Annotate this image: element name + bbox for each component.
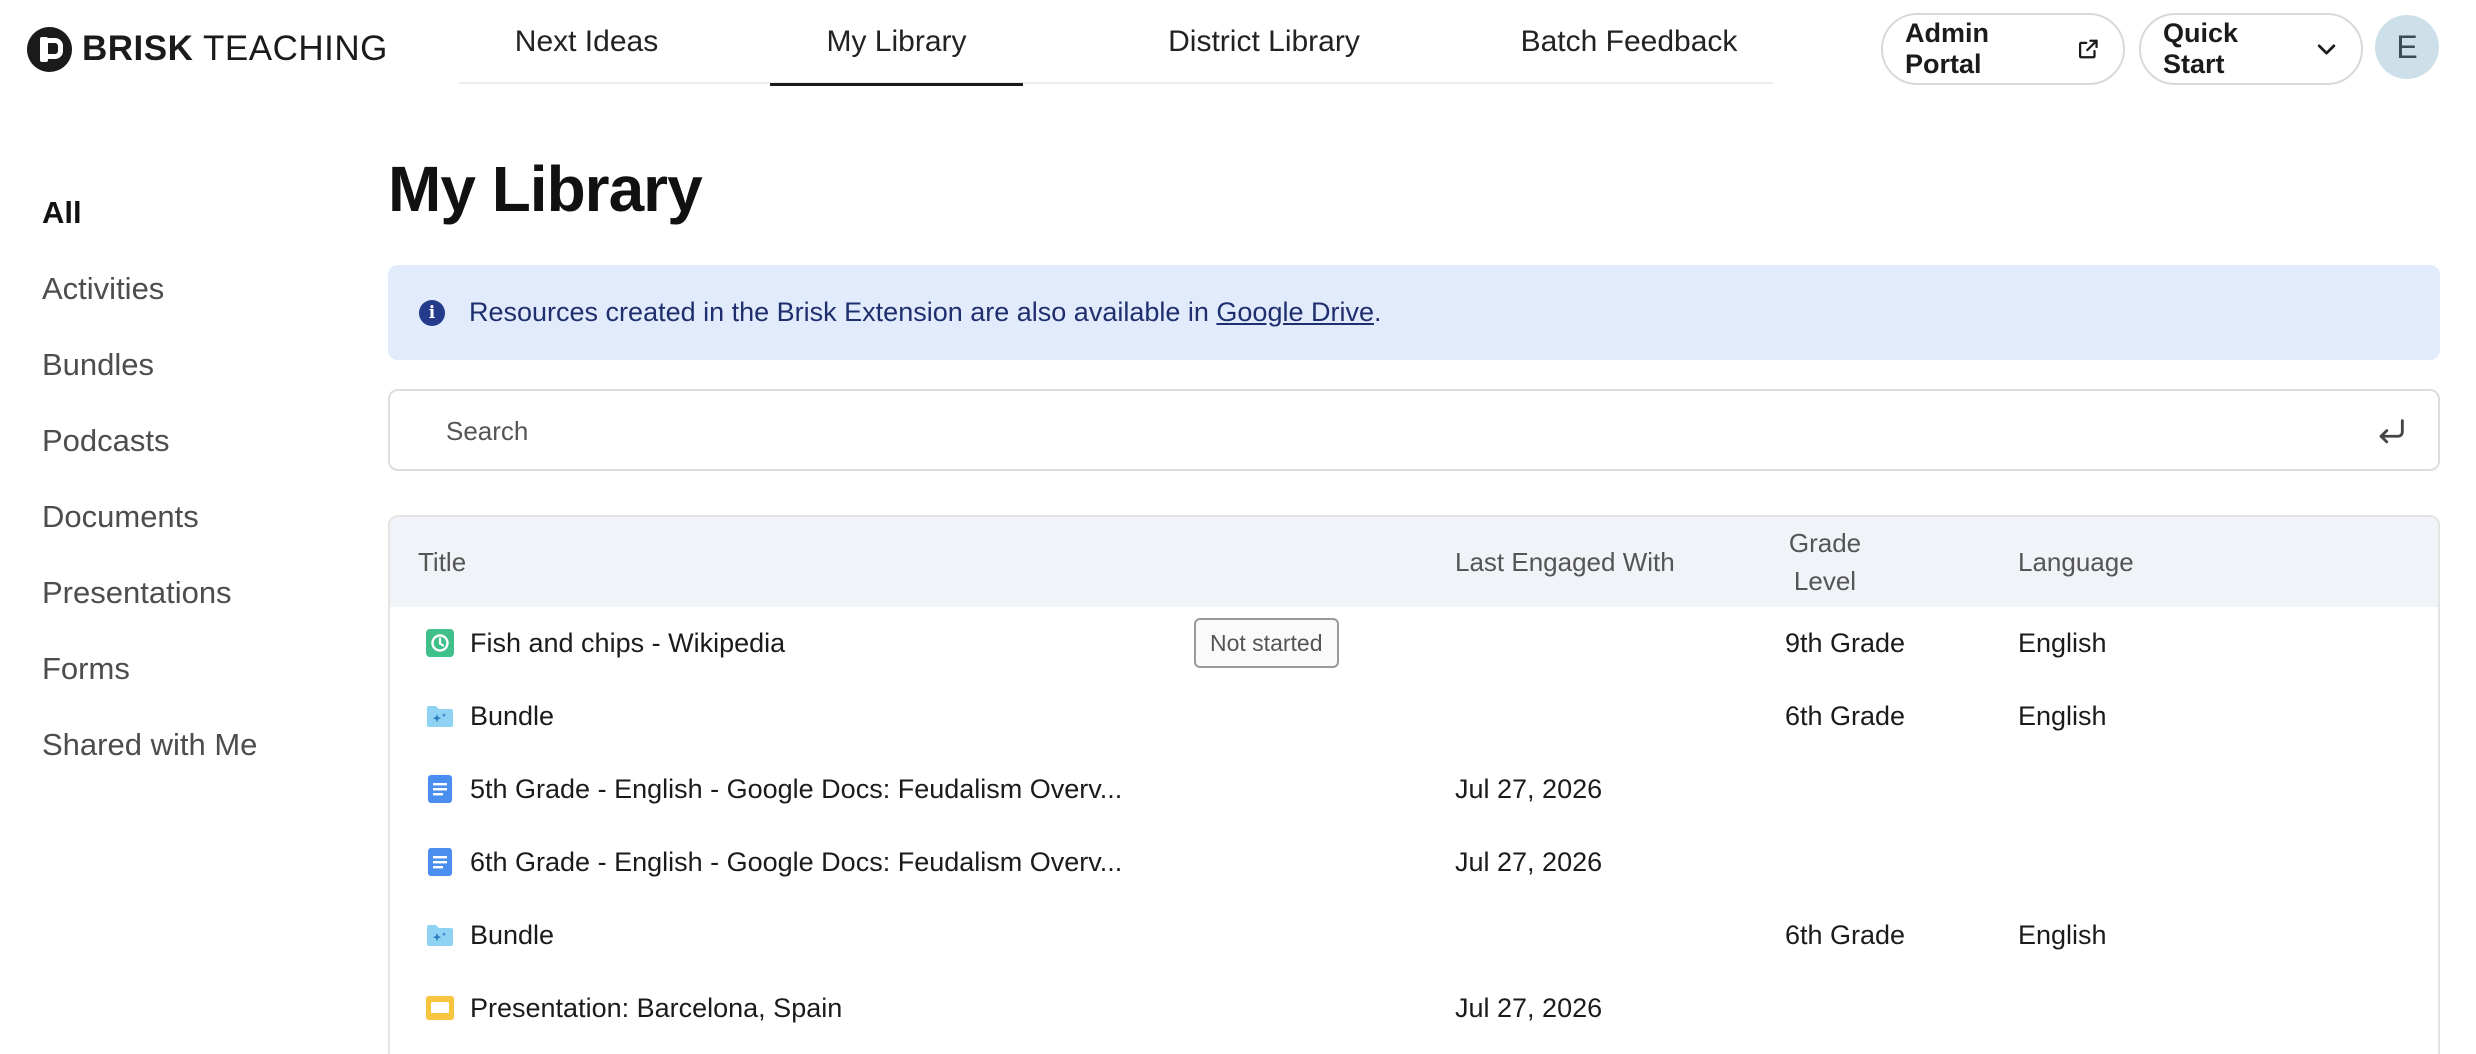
info-icon: i <box>419 299 445 326</box>
tab-district-library[interactable]: District Library <box>1099 0 1429 84</box>
main-nav: Next Ideas My Library District Library B… <box>459 0 1773 86</box>
sidebar-item-presentations[interactable]: Presentations <box>42 555 362 631</box>
user-avatar[interactable]: E <box>2375 15 2439 79</box>
row-title[interactable]: 6th Grade - English - Google Docs: Feuda… <box>470 826 1122 899</box>
sidebar-item-documents[interactable]: Documents <box>42 479 362 555</box>
search-box <box>388 389 2440 471</box>
google-slides-icon <box>426 996 454 1020</box>
sidebar-item-forms[interactable]: Forms <box>42 631 362 707</box>
admin-portal-label: Admin Portal <box>1905 18 1989 79</box>
column-language[interactable]: Language <box>2018 517 2134 607</box>
row-grade: 6th Grade <box>1785 920 1906 950</box>
quick-start-label: Quick Start <box>2163 18 2239 79</box>
row-grade: 9th Grade <box>1785 628 1906 658</box>
table-row[interactable]: 6th Grade - English - Google Docs: Feuda… <box>390 826 2438 899</box>
sidebar-item-all[interactable]: All <box>42 175 362 251</box>
row-title[interactable]: Presentation: Barcelona, Spain <box>470 972 842 1045</box>
row-language: English <box>2018 920 2107 950</box>
google-doc-icon <box>428 775 452 803</box>
info-banner: i Resources created in the Brisk Extensi… <box>388 265 2440 360</box>
row-title[interactable]: Bundle <box>470 899 554 972</box>
google-doc-icon <box>428 848 452 876</box>
table-row[interactable]: Bundle 6th Grade English <box>390 899 2438 972</box>
row-title[interactable]: Fish and chips - Wikipedia <box>470 607 785 680</box>
table-row[interactable]: 5th Grade - English - Google Docs: Feuda… <box>390 753 2438 826</box>
row-last-engaged: Jul 27, 2026 <box>1455 774 1603 804</box>
top-bar: BRISK TEACHING Next Ideas My Library Dis… <box>0 0 2476 96</box>
external-link-icon <box>2079 39 2099 59</box>
bundle-folder-icon <box>427 706 453 727</box>
page-title: My Library <box>388 153 703 225</box>
activity-icon <box>426 629 454 657</box>
table-row[interactable]: Fish and chips - Wikipedia Not started 9… <box>390 607 2438 680</box>
tab-my-library[interactable]: My Library <box>770 0 1023 86</box>
library-sidebar: All Activities Bundles Podcasts Document… <box>42 175 362 783</box>
table-header: Title Last Engaged With Grade Level Lang… <box>390 517 2438 607</box>
column-grade-level[interactable]: Grade Level <box>1780 517 1870 607</box>
status-badge: Not started <box>1194 618 1339 668</box>
search-input[interactable] <box>446 411 2346 451</box>
library-table: Title Last Engaged With Grade Level Lang… <box>388 515 2440 1054</box>
sidebar-item-activities[interactable]: Activities <box>42 251 362 327</box>
brisk-logo-icon <box>27 26 72 72</box>
table-row[interactable]: Presentation: Barcelona, Spain Jul 27, 2… <box>390 972 2438 1045</box>
sidebar-item-bundles[interactable]: Bundles <box>42 327 362 403</box>
row-grade: 6th Grade <box>1785 701 1906 731</box>
admin-portal-button[interactable]: Admin Portal <box>1881 13 2125 85</box>
table-row[interactable]: Bundle 6th Grade English <box>390 680 2438 753</box>
row-language: English <box>2018 628 2107 658</box>
tab-next-ideas[interactable]: Next Ideas <box>459 0 714 84</box>
row-title[interactable]: 5th Grade - English - Google Docs: Feuda… <box>470 753 1122 826</box>
google-drive-link[interactable]: Google Drive <box>1216 297 1374 327</box>
sidebar-item-podcasts[interactable]: Podcasts <box>42 403 362 479</box>
tab-batch-feedback[interactable]: Batch Feedback <box>1479 0 1779 84</box>
row-last-engaged: Jul 27, 2026 <box>1455 847 1603 877</box>
banner-text: Resources created in the Brisk Extension… <box>469 297 1382 327</box>
row-language: English <box>2018 701 2107 731</box>
enter-icon[interactable] <box>2374 415 2408 449</box>
sidebar-item-shared-with-me[interactable]: Shared with Me <box>42 707 362 783</box>
quick-start-button[interactable]: Quick Start <box>2139 13 2363 85</box>
row-title[interactable]: Bundle <box>470 680 554 753</box>
bundle-folder-icon <box>427 925 453 946</box>
brand-name: BRISK TEACHING <box>82 29 388 68</box>
brisk-logo[interactable]: BRISK TEACHING <box>27 26 388 72</box>
row-last-engaged: Jul 27, 2026 <box>1455 993 1603 1023</box>
column-last-engaged[interactable]: Last Engaged With <box>1455 517 1675 607</box>
column-title[interactable]: Title <box>418 517 466 607</box>
chevron-down-icon <box>2317 44 2336 55</box>
